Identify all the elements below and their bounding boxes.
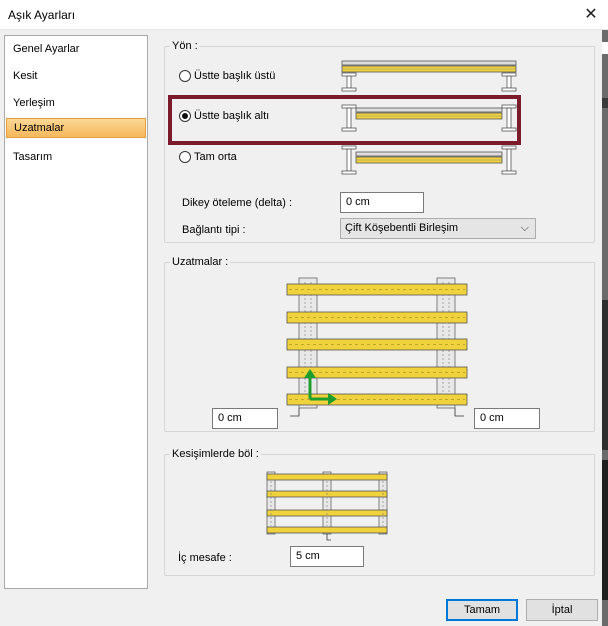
baglanti-tipi-label: Bağlantı tipi : [182,224,246,236]
uzatmalar-group-title: Uzatmalar : [170,256,231,268]
uzatmalar-diagram [286,277,468,417]
radio-label: Üstte başlık üstü [194,70,276,82]
uzatma-left-input[interactable]: 0 cm [212,408,278,429]
beam-under-flange-diagram [341,104,517,132]
kesisim-group-title: Kesişimlerde böl : [170,448,261,460]
sidebar-item-yerlesim[interactable]: Yerleşim [6,93,146,113]
sidebar-item-genel-ayarlar[interactable]: Genel Ayarlar [6,39,146,59]
cancel-button[interactable]: İptal [526,599,598,621]
radio-label: Tam orta [194,151,237,163]
baglanti-tipi-value: Çift Köşebentli Birleşim [345,222,459,234]
dikey-oteleme-input[interactable]: 0 cm [340,192,424,213]
title-bar: Aşık Ayarları ✕ [0,0,608,30]
background-window-strip [602,30,608,626]
ic-mesafe-input[interactable]: 5 cm [290,546,364,567]
beam-center-diagram [341,145,517,175]
close-icon[interactable]: ✕ [578,3,604,27]
radio-ustte-baslik-ustu[interactable]: Üstte başlık üstü [179,70,275,82]
ic-mesafe-label: İç mesafe : [178,552,232,564]
yon-group-title: Yön : [170,40,200,52]
radio-circle[interactable] [179,151,191,163]
sidebar-item-kesit[interactable]: Kesit [6,66,146,86]
dikey-oteleme-label: Dikey öteleme (delta) : [182,197,293,209]
baglanti-tipi-select[interactable]: Çift Köşebentli Birleşim ⌵ [340,218,536,239]
sidebar-item-uzatmalar[interactable]: Uzatmalar [6,118,146,138]
kesisim-diagram [266,471,388,541]
radio-circle[interactable] [179,70,191,82]
chevron-down-icon: ⌵ [520,222,529,234]
radio-tam-orta[interactable]: Tam orta [179,151,237,163]
beam-over-flange-diagram [341,60,517,92]
ok-button[interactable]: Tamam [446,599,518,621]
uzatma-right-input[interactable]: 0 cm [474,408,540,429]
window-title: Aşık Ayarları [8,8,76,22]
sidebar-item-tasarim[interactable]: Tasarım [6,147,146,167]
sidebar: Genel Ayarlar Kesit Yerleşim Uzatmalar T… [4,35,148,589]
